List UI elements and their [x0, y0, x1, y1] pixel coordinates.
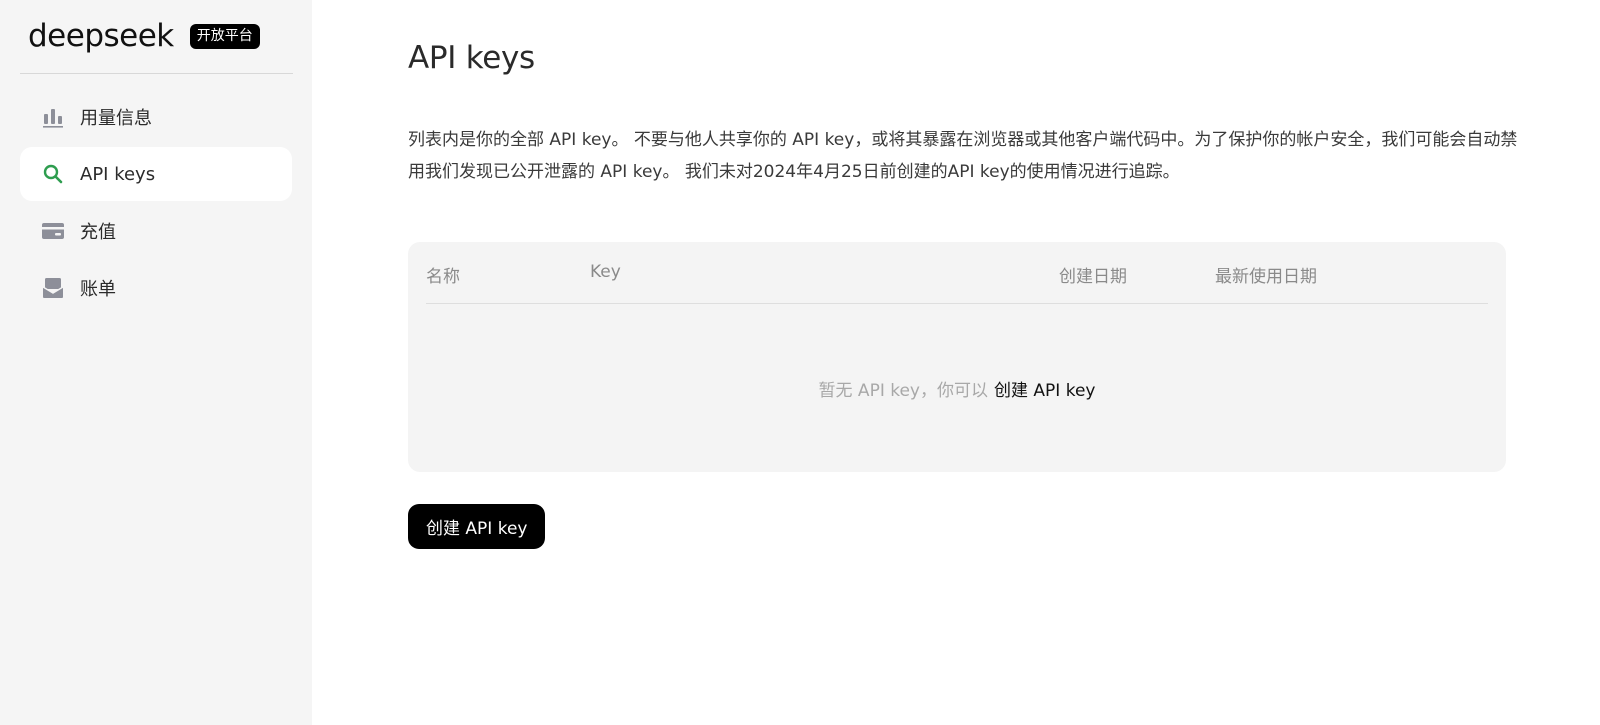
- search-key-icon: [41, 162, 65, 186]
- sidebar-item-usage[interactable]: 用量信息: [20, 90, 292, 144]
- page-title: API keys: [408, 40, 535, 76]
- sidebar-item-topup[interactable]: 充值: [20, 204, 292, 258]
- table-header: 名称 Key 创建日期 最新使用日期: [426, 242, 1488, 304]
- sidebar-item-label: API keys: [80, 163, 156, 185]
- create-api-key-link[interactable]: 创建 API key: [994, 376, 1095, 401]
- empty-state: 暂无 API key，你可以 创建 API key: [426, 304, 1488, 472]
- sidebar-item-label: 账单: [80, 279, 116, 300]
- bar-chart-icon: [41, 105, 65, 129]
- sidebar-nav: 用量信息 API keys 充值 账单: [20, 90, 292, 315]
- empty-state-text: 暂无 API key，你可以: [818, 380, 988, 401]
- sidebar-item-api-keys[interactable]: API keys: [20, 147, 292, 201]
- brand: deepseek 开放平台: [20, 0, 293, 74]
- sidebar-item-label: 充值: [80, 222, 116, 243]
- column-header-name: 名称: [426, 267, 460, 287]
- column-header-created: 创建日期: [1059, 267, 1127, 287]
- create-api-key-button[interactable]: 创建 API key: [408, 504, 546, 549]
- bill-icon: [41, 276, 65, 300]
- column-header-last-used: 最新使用日期: [1215, 267, 1317, 287]
- deepseek-logo[interactable]: deepseek: [28, 21, 174, 52]
- sidebar-item-billing[interactable]: 账单: [20, 261, 292, 315]
- card-icon: [41, 219, 65, 243]
- app: deepseek 开放平台 用量信息 API keys 充值 账单 API ke…: [0, 0, 1600, 725]
- platform-badge: 开放平台: [189, 24, 260, 49]
- sidebar-item-label: 用量信息: [80, 108, 152, 129]
- api-keys-table: 名称 Key 创建日期 最新使用日期 暂无 API key，你可以 创建 API…: [408, 242, 1506, 472]
- page-description: 列表内是你的全部 API key。 不要与他人共享你的 API key，或将其暴…: [408, 130, 1518, 182]
- sidebar: deepseek 开放平台 用量信息 API keys 充值 账单: [0, 0, 312, 725]
- column-header-key: Key: [590, 262, 621, 282]
- main-content: API keys 列表内是你的全部 API key。 不要与他人共享你的 API…: [312, 0, 1600, 725]
